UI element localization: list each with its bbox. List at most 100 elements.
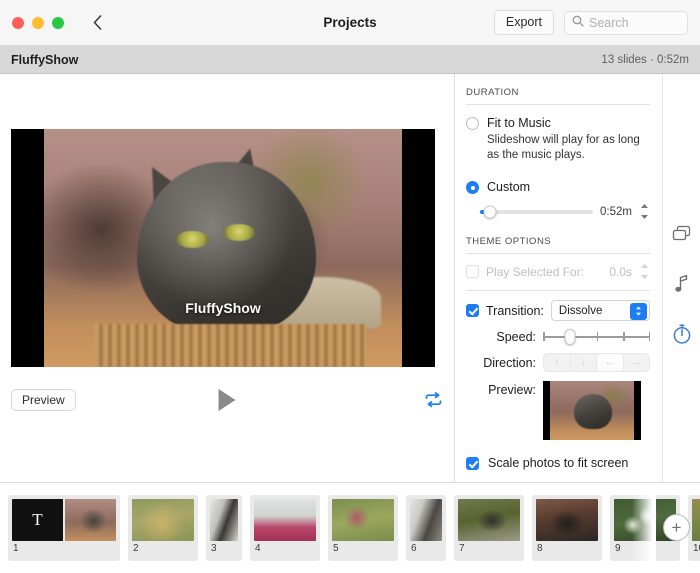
direction-row: Direction: ↑ ↓ ← →	[466, 353, 650, 373]
list-item[interactable]: 8	[532, 494, 602, 561]
list-item[interactable]: 3	[206, 494, 242, 561]
transition-preview-thumbnail[interactable]	[543, 381, 641, 441]
slide-title-overlay: FluffyShow	[185, 300, 261, 317]
duration-stepper[interactable]	[639, 203, 650, 220]
transition-row: Transition: Dissolve	[466, 300, 650, 322]
slide-photo-tile	[410, 498, 442, 541]
slide-thumbnail	[132, 498, 194, 541]
export-button[interactable]: Export	[493, 10, 554, 35]
play-icon[interactable]	[218, 389, 236, 411]
slide-number: 5	[333, 542, 339, 554]
slide-number: 1	[13, 542, 19, 554]
list-item[interactable]: 2	[128, 494, 198, 561]
chevron-updown-icon[interactable]	[630, 302, 647, 320]
music-note-icon[interactable]	[670, 272, 694, 296]
transition-select[interactable]: Dissolve	[550, 300, 650, 322]
close-window-button[interactable]	[12, 16, 24, 29]
direction-right-button: →	[631, 357, 642, 369]
transition-preview-cat	[573, 394, 613, 429]
list-item[interactable]: 4	[250, 494, 320, 561]
slide-thumbnail	[254, 498, 316, 541]
slide-number: 6	[411, 542, 417, 554]
fit-to-music-radio[interactable]	[466, 117, 479, 130]
custom-duration-option[interactable]: Custom	[466, 180, 650, 195]
direction-up-button: ↑	[544, 354, 571, 372]
direction-down-button: ↓	[571, 354, 597, 372]
inspector-tab-rail	[662, 74, 700, 482]
slide-thumbnail: T	[12, 498, 116, 541]
slide-thumbnail	[458, 498, 520, 541]
speed-row: Speed:	[466, 329, 650, 346]
search-placeholder: Search	[589, 15, 629, 30]
window-titlebar: Projects Export Search	[0, 0, 700, 46]
slide-filmstrip[interactable]: T 1 2 3 4 5 6 7 8 9 1 +	[0, 482, 700, 572]
chevron-left-icon[interactable]	[86, 12, 108, 34]
project-subheader: FluffyShow 13 slides · 0:52m	[0, 46, 700, 74]
theme-options-section-label: THEME OPTIONS	[466, 236, 552, 248]
list-item[interactable]: 6	[406, 494, 446, 561]
list-item[interactable]: 5	[328, 494, 398, 561]
preview-button[interactable]: Preview	[11, 389, 76, 411]
play-selected-for-stepper	[639, 263, 650, 280]
custom-duration-row: 0:52m	[480, 203, 650, 220]
minimize-window-button[interactable]	[32, 16, 44, 29]
inspector-content: DURATION Fit to Music Slideshow will pla…	[455, 74, 662, 482]
slides-layers-icon[interactable]	[670, 222, 694, 246]
scale-photos-checkbox[interactable]	[466, 456, 479, 470]
slide-photo-tile	[458, 498, 520, 541]
play-selected-for-checkbox	[466, 265, 479, 279]
divider	[466, 290, 650, 292]
project-meta: 13 slides · 0:52m	[601, 53, 689, 66]
fit-to-music-option[interactable]: Fit to Music	[466, 116, 650, 130]
divider	[466, 104, 650, 105]
transition-preview-row: Preview:	[466, 381, 650, 441]
slide-photo-tile	[65, 498, 116, 541]
scale-photos-label: Scale photos to fit screen	[488, 456, 629, 471]
direction-left-button: ←	[597, 354, 624, 372]
traffic-lights	[12, 16, 64, 29]
slide-photo-tile	[254, 498, 316, 541]
list-item[interactable]: 7	[454, 494, 524, 561]
slide-number: 4	[255, 542, 261, 554]
duration-slider[interactable]	[480, 205, 594, 219]
scale-photos-row[interactable]: Scale photos to fit screen	[466, 456, 650, 470]
duration-slider-thumb[interactable]	[483, 205, 497, 219]
custom-duration-label: Custom	[487, 180, 531, 195]
slide-photo	[44, 129, 402, 367]
stage-controls: Preview	[0, 386, 454, 414]
speed-slider-thumb[interactable]	[564, 329, 576, 346]
maximize-window-button[interactable]	[52, 16, 64, 29]
add-slide-icon[interactable]: +	[663, 514, 690, 541]
speed-label: Speed:	[496, 330, 536, 345]
transition-preview-label: Preview:	[488, 383, 536, 398]
speed-slider[interactable]	[543, 329, 650, 346]
basket	[94, 324, 367, 367]
transition-selected-value: Dissolve	[558, 304, 603, 317]
slide-thumbnail	[210, 498, 238, 541]
cat-eye-right	[223, 224, 256, 241]
duration-section-label: DURATION	[466, 87, 519, 98]
fit-to-music-description: Slideshow will play for as long as the m…	[487, 134, 640, 162]
custom-duration-radio[interactable]	[466, 181, 479, 195]
slide-number: 2	[133, 542, 139, 554]
loop-repeat-icon[interactable]	[424, 392, 443, 408]
speed-tick	[648, 332, 650, 342]
transition-checkbox[interactable]	[466, 304, 479, 318]
list-item[interactable]: T 1	[8, 494, 120, 561]
title-slide-letter: T	[12, 498, 65, 541]
main-body: FluffyShow Preview DURATION Fit to Music	[0, 74, 700, 482]
slide-canvas[interactable]: FluffyShow	[11, 129, 435, 367]
slide-photo-tile	[536, 498, 598, 541]
slide-photo-tile	[692, 498, 700, 541]
timer-stopwatch-icon[interactable]	[670, 322, 694, 346]
play-selected-for-row: Play Selected For: 0.0s	[466, 254, 650, 290]
slide-number: 10	[693, 542, 700, 554]
slide-photo-tile	[210, 498, 238, 541]
preview-stage: FluffyShow Preview	[0, 74, 455, 482]
transition-label: Transition:	[486, 303, 544, 318]
direction-label: Direction:	[483, 355, 536, 370]
duration-value: 0:52m	[600, 205, 632, 218]
search-input[interactable]: Search	[564, 10, 688, 35]
transition-preview-image	[550, 381, 634, 441]
project-name: FluffyShow	[11, 52, 79, 67]
